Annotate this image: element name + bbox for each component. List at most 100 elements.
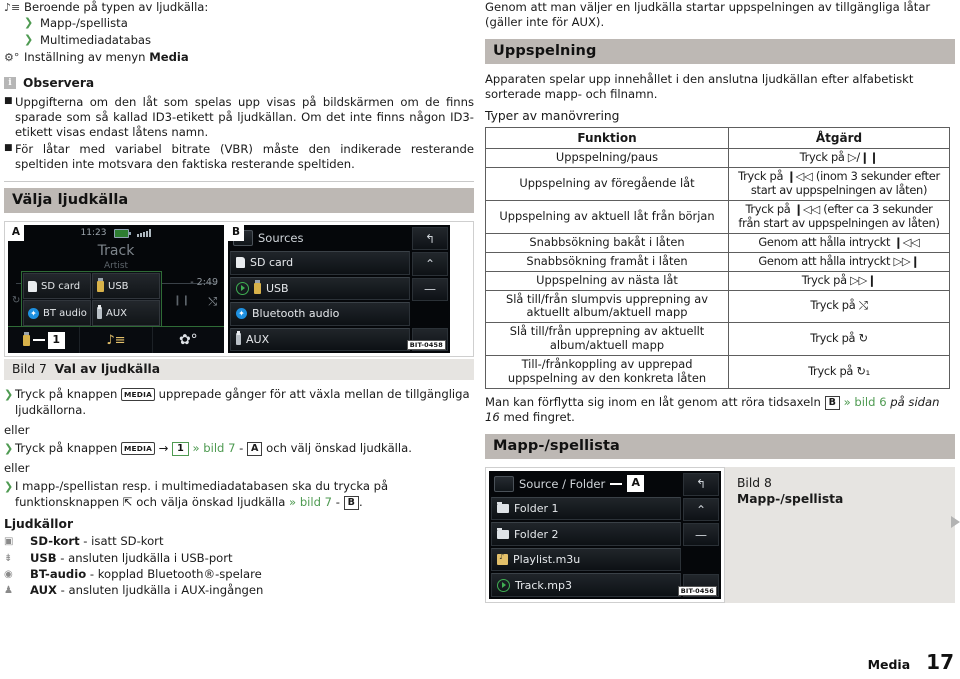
right-intro-text: Genom att man väljer en ljudkälla starta… bbox=[485, 0, 931, 30]
table-header-row: Funktion Åtgärd bbox=[485, 126, 950, 150]
note-item-text: Uppgifterna om den låt som spelas upp vi… bbox=[15, 94, 474, 140]
aux-icon bbox=[236, 331, 241, 346]
back-button[interactable]: ↰ bbox=[412, 227, 448, 251]
sd-card-icon: ▣ bbox=[4, 536, 14, 548]
playlist-file-icon bbox=[497, 552, 508, 565]
note-item: ■ Uppgifterna om den låt som spelas upp … bbox=[4, 95, 474, 141]
playlist-icon: ♪≡ bbox=[4, 1, 21, 14]
table-cell-function: Snabbsökning bakåt i låten bbox=[485, 232, 729, 253]
source-entry-name: BT-audio bbox=[30, 566, 87, 581]
gear-icon: ⚙° bbox=[4, 51, 20, 65]
scroll-up-button[interactable]: ⌃ bbox=[412, 252, 448, 276]
source-entry-bt-audio: ◉ BT-audio - kopplad Bluetooth®-spelare bbox=[4, 567, 474, 582]
list-item-label: Playlist.m3u bbox=[513, 553, 581, 566]
callout-number-1: 1 bbox=[47, 331, 65, 349]
popup-item-label: USB bbox=[108, 280, 129, 292]
gear-icon: ✿° bbox=[178, 332, 198, 349]
after-table-ref[interactable]: » bild 6 bbox=[840, 395, 890, 409]
back-arrow-icon: ↰ bbox=[695, 477, 707, 492]
toolbar-settings-button[interactable]: ✿° bbox=[153, 327, 224, 353]
scroll-up-button[interactable]: ⌃ bbox=[683, 497, 719, 522]
callout-leader-line bbox=[32, 339, 45, 342]
section-header-mapp-spellista: Mapp-/spellista bbox=[485, 433, 955, 459]
list-item-folder-2[interactable]: Folder 2 bbox=[491, 522, 681, 546]
popup-item-aux[interactable]: AUX bbox=[92, 300, 160, 327]
sd-card-icon bbox=[236, 257, 245, 269]
setting-text: Inställning av menyn bbox=[24, 50, 150, 65]
back-folder-icon: ⇱ bbox=[122, 494, 133, 509]
scroll-handle[interactable]: — bbox=[412, 277, 448, 301]
scroll-handle[interactable]: — bbox=[683, 523, 719, 547]
table-cell-function: Uppspelning/paus bbox=[485, 148, 729, 169]
toolbar-usb-button[interactable]: 1 bbox=[8, 327, 81, 354]
table-cell-action: Tryck på ↻ bbox=[728, 322, 950, 357]
source-entry-usb: ⇟ USB - ansluten ljudkälla i USB-port bbox=[4, 551, 474, 566]
setting-text-bold: Media bbox=[149, 50, 189, 65]
back-button[interactable]: ↰ bbox=[683, 472, 719, 496]
table-row: Uppspelning av nästa låt Tryck på ▷▷❙ bbox=[485, 270, 950, 291]
popup-item-usb[interactable]: USB bbox=[92, 273, 160, 300]
bit-code-label: BIT-0456 bbox=[677, 585, 717, 596]
source-entry-desc: - ansluten ljudkälla i USB-port bbox=[56, 550, 233, 565]
callout-number-1: 1 bbox=[172, 441, 189, 456]
list-item-folder-1[interactable]: Folder 1 bbox=[491, 496, 681, 521]
table-cell-function: Slå till/från upprepning av aktuellt alb… bbox=[485, 322, 729, 357]
back-folder-icon[interactable] bbox=[494, 475, 514, 492]
table-cell-action: Tryck på ❙◁◁ (inom 3 sekunder efter star… bbox=[728, 167, 950, 201]
callout-letter-a: A bbox=[247, 441, 263, 456]
repeat-icon[interactable]: ↻ bbox=[12, 295, 20, 306]
sources-list-title: Ljudkällor bbox=[4, 517, 74, 532]
square-bullet-icon: ■ bbox=[4, 95, 13, 106]
usb-icon: ⇟ bbox=[4, 552, 13, 564]
source-entry-desc: - kopplad Bluetooth®-spelare bbox=[86, 566, 262, 581]
callout-letter-a: A bbox=[627, 475, 645, 493]
table-cell-action: Tryck på ▷▷❙ bbox=[728, 270, 950, 291]
table-cell-function: Till-/frånkoppling av upprepad uppspelni… bbox=[485, 355, 729, 389]
stop-icon[interactable]: ❙❙ bbox=[173, 295, 190, 306]
toolbar-playlist-button[interactable]: ♪≡ bbox=[80, 327, 153, 354]
table-row: Till-/frånkoppling av upprepad uppspelni… bbox=[485, 355, 950, 389]
source-entry-desc: - ansluten ljudkälla i AUX-ingången bbox=[56, 583, 264, 598]
caption-number: Bild 7 bbox=[12, 362, 47, 377]
bottom-toolbar: 1 ♪≡ ✿° bbox=[8, 326, 224, 354]
popup-item-bt-audio[interactable]: ✦ BT audio bbox=[23, 300, 91, 327]
bild8-figure: Source / Folder A Folder 1 Folder 2 ♪ Pl… bbox=[485, 466, 955, 603]
remaining-time: - 2:49 bbox=[190, 277, 218, 289]
status-bar: 11:23 bbox=[8, 227, 224, 239]
chevron-right-icon: ❯ bbox=[24, 32, 34, 46]
note-item-text: För låtar med variabel bitrate (VBR) mås… bbox=[15, 141, 474, 171]
list-item-label: Folder 1 bbox=[514, 502, 559, 515]
signal-icon bbox=[137, 229, 152, 238]
shuffle-icon[interactable]: ⤭ bbox=[208, 295, 217, 309]
usb-icon bbox=[97, 277, 104, 292]
back-arrow-icon: ↰ bbox=[424, 231, 436, 246]
screen-b-label: B bbox=[228, 225, 244, 242]
or-label-1: eller bbox=[4, 422, 30, 437]
step-2-ref[interactable]: » bild 7 bbox=[192, 441, 235, 455]
source-entry-name: USB bbox=[30, 550, 57, 565]
list-item-usb[interactable]: USB bbox=[230, 276, 410, 301]
page-edge-marker-icon bbox=[951, 516, 960, 528]
list-item-label: Track.mp3 bbox=[515, 578, 572, 592]
folder-icon bbox=[497, 527, 509, 539]
popup-item-sd-card[interactable]: SD card bbox=[23, 273, 91, 300]
list-item-sd-card[interactable]: SD card bbox=[230, 251, 410, 275]
popup-item-label: BT audio bbox=[43, 307, 87, 319]
table-row: Uppspelning av aktuell låt från början T… bbox=[485, 199, 950, 234]
intro-subitem-1: ❯ Multimediadatabas bbox=[4, 33, 474, 48]
step-3-ref[interactable]: » bild 7 bbox=[289, 495, 332, 509]
list-item-bluetooth-audio[interactable]: ✦ Bluetooth audio bbox=[230, 302, 410, 326]
list-item-playlist[interactable]: Playlist.m3u bbox=[491, 547, 681, 572]
clock: 11:23 bbox=[80, 228, 107, 239]
sd-card-icon bbox=[28, 280, 37, 292]
bluetooth-icon: ✦ bbox=[236, 308, 247, 320]
table-cell-function: Snabbsökning framåt i låten bbox=[485, 251, 729, 272]
step-3: ❯ I mapp-/spellistan resp. i multimediad… bbox=[4, 479, 474, 510]
list-item-track[interactable]: Track.mp3 bbox=[491, 573, 681, 597]
list-item-aux[interactable]: AUX bbox=[230, 327, 410, 352]
chevron-right-icon: ❯ bbox=[4, 441, 14, 455]
bluetooth-icon: ✦ bbox=[28, 307, 39, 319]
after-table-post: med fingret. bbox=[499, 410, 575, 425]
info-icon: i bbox=[4, 76, 16, 89]
intro-row: ♪≡ Beroende på typen av ljudkälla: bbox=[4, 0, 474, 15]
